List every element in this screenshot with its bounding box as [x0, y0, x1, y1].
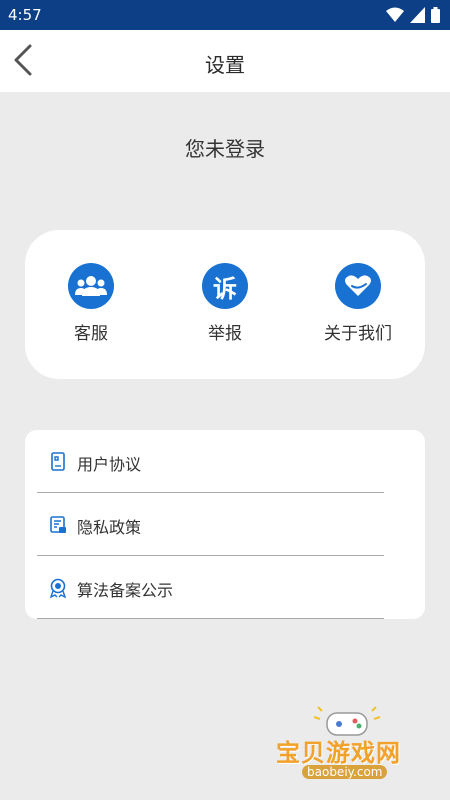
about-us-button[interactable]: 关于我们 — [298, 263, 418, 344]
menu-item-user-agreement[interactable]: 用户协议 — [37, 430, 384, 493]
document-icon — [51, 452, 65, 471]
menu-item-algorithm-filing[interactable]: 算法备案公示 — [37, 556, 384, 619]
signal-icon — [410, 7, 425, 23]
quick-actions-card: 客服 诉 举报 关于我们 — [25, 230, 425, 379]
about-heart-icon — [335, 263, 381, 309]
menu-label-privacy-policy: 隐私政策 — [77, 518, 142, 537]
customer-service-icon — [68, 263, 114, 309]
watermark-domain: baobeiy.com — [302, 765, 388, 779]
privacy-icon — [50, 516, 66, 533]
report-label: 举报 — [208, 324, 242, 344]
report-icon: 诉 — [202, 263, 248, 309]
watermark-logo: 宝贝游戏网 baobeiy.com — [272, 705, 422, 797]
customer-service-button[interactable]: 客服 — [31, 263, 151, 344]
badge-icon — [49, 578, 67, 598]
menu-card: 用户协议 隐私政策 算法备案公示 — [25, 430, 425, 619]
page-title: 设置 — [205, 53, 245, 77]
watermark-title: 宝贝游戏网 — [276, 739, 401, 767]
status-icons — [386, 7, 440, 23]
status-bar: 4:57 — [0, 0, 450, 30]
menu-item-privacy-policy[interactable]: 隐私政策 — [37, 493, 384, 556]
menu-label-algorithm-filing: 算法备案公示 — [77, 581, 174, 600]
customer-service-label: 客服 — [74, 324, 108, 344]
wifi-icon — [386, 7, 404, 22]
about-us-label: 关于我们 — [324, 324, 392, 344]
battery-icon — [431, 7, 440, 23]
header: 设置 — [0, 30, 450, 92]
status-time: 4:57 — [8, 6, 42, 24]
report-button[interactable]: 诉 举报 — [165, 263, 285, 344]
menu-label-user-agreement: 用户协议 — [77, 455, 142, 474]
login-status[interactable]: 您未登录 — [0, 133, 450, 162]
